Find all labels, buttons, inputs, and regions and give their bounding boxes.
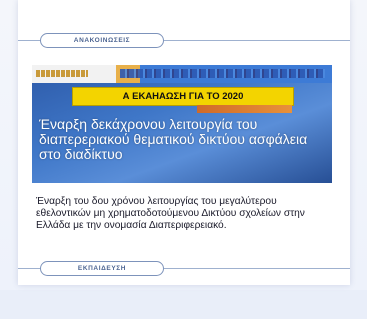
more-label[interactable]: ΕΚΠΑΙΔΕΥΣΗ xyxy=(40,261,164,276)
article-teaser[interactable]: Έναρξη του δου χρόνου λειτουργίας του με… xyxy=(36,196,326,232)
image-headline: Έναρξη δεκάχρονου λειτουργία του διαπερε… xyxy=(39,116,308,162)
bottom-divider-right xyxy=(164,268,350,269)
article-image[interactable]: Α ΕΚΑΗΑΩΣΗ ΓΙΑ ΤΟ 2020 Έναρξη δεκάχρονου… xyxy=(32,65,332,183)
image-header-strip xyxy=(32,65,332,83)
image-banner: Α ΕΚΑΗΑΩΣΗ ΓΙΑ ΤΟ 2020 xyxy=(72,87,294,106)
announcements-label[interactable]: ΑΝΑΚΟΙΝΩΣΕΙΣ xyxy=(40,33,164,48)
logo-icon xyxy=(36,70,88,77)
header-strip-graphic xyxy=(120,69,325,78)
top-divider-right xyxy=(164,40,350,41)
sub-banner-graphic xyxy=(197,105,292,113)
